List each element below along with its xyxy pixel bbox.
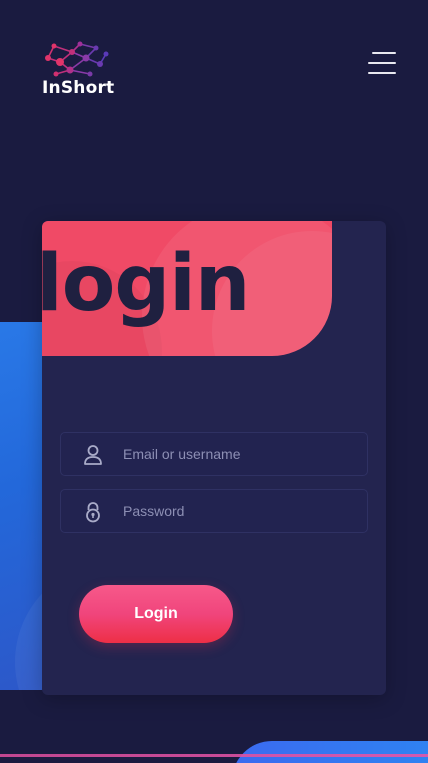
email-field[interactable] bbox=[60, 432, 368, 476]
decorative-bottom-line bbox=[0, 754, 428, 757]
hamburger-menu-icon bbox=[372, 52, 396, 54]
password-input[interactable] bbox=[123, 490, 353, 532]
hamburger-menu-button[interactable] bbox=[364, 50, 396, 76]
user-icon bbox=[84, 445, 102, 465]
brand-logo[interactable]: InShort bbox=[42, 40, 122, 100]
login-card: login Login bbox=[42, 221, 386, 695]
brand-name: InShort bbox=[42, 78, 115, 98]
password-field[interactable] bbox=[60, 489, 368, 533]
lock-icon bbox=[86, 502, 100, 523]
login-card-header: login bbox=[42, 221, 332, 356]
decorative-blue-blob bbox=[232, 741, 428, 763]
login-button[interactable]: Login bbox=[79, 585, 233, 643]
email-input[interactable] bbox=[123, 433, 353, 475]
login-title: login bbox=[42, 239, 250, 329]
page: InShort login Email or username Login bbox=[0, 0, 428, 763]
network-nodes-icon bbox=[45, 41, 109, 77]
